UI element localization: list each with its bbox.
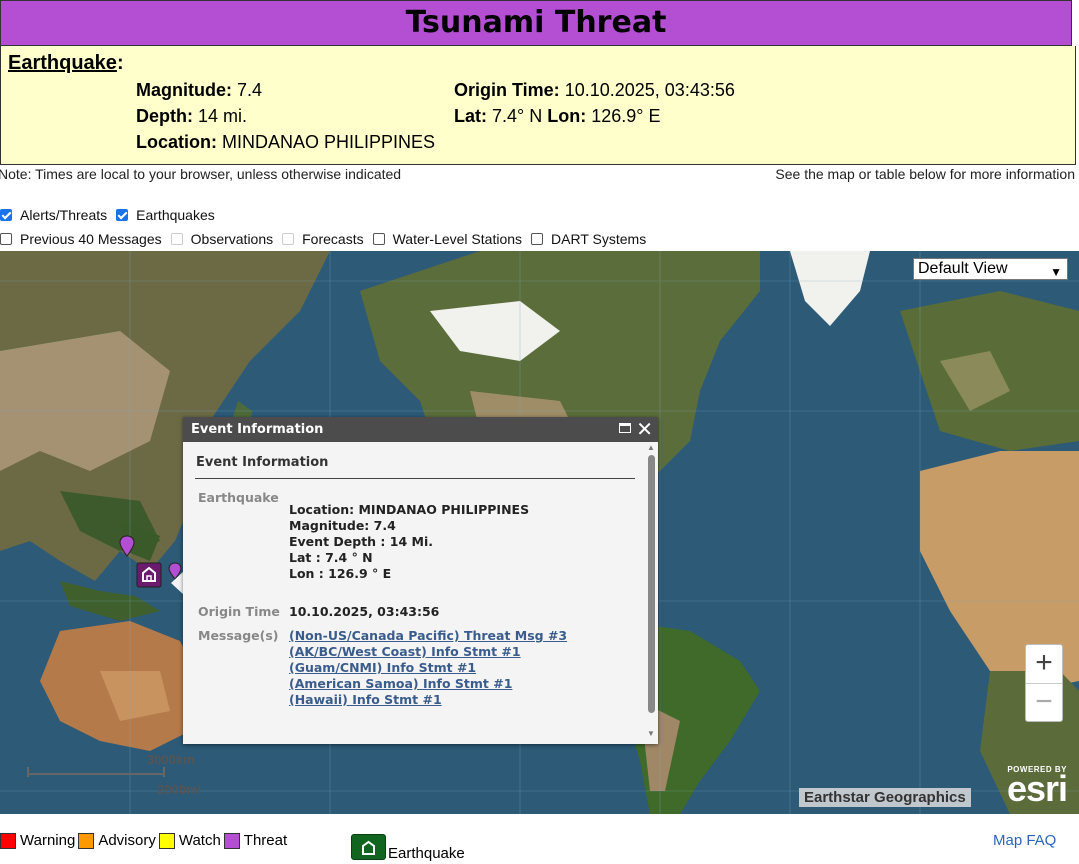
zoom-control: + −	[1025, 644, 1063, 722]
zoom-in-button[interactable]: +	[1026, 645, 1062, 684]
location: Location: MINDANAO PHILIPPINES	[136, 132, 436, 152]
layer-toggles-row-1: Alerts/Threats Earthquakes	[0, 207, 224, 223]
message-link[interactable]: (AK/BC/West Coast) Info Stmt #1	[289, 644, 567, 660]
message-link[interactable]: (American Samoa) Info Stmt #1	[289, 676, 567, 692]
earthquake-heading: Earthquake:	[8, 52, 124, 74]
depth: Depth: 14 mi.	[136, 106, 248, 126]
map-note: See the map or table below for more info…	[775, 166, 1075, 182]
message-link[interactable]: (Non-US/Canada Pacific) Threat Msg #3	[289, 628, 567, 644]
earthquake-details: Location: MINDANAO PHILIPPINES Magnitude…	[289, 502, 530, 581]
origin-time-value: 10.10.2025, 03:43:56	[289, 604, 440, 619]
view-select[interactable]: Default View ▼	[913, 258, 1068, 280]
time-note: Note: Times are local to your browser, u…	[0, 166, 402, 182]
earthquake-summary: Earthquake: Magnitude: 7.4 Depth: 14 mi.…	[0, 46, 1076, 165]
scale-mi-label: 2000mi	[157, 782, 202, 797]
zoom-out-button[interactable]: −	[1026, 684, 1062, 722]
earthquake-epicenter-icon[interactable]	[136, 562, 162, 588]
previous-messages-checkbox[interactable]: Previous 40 Messages	[0, 231, 162, 247]
legend-warning: Warning	[0, 832, 75, 849]
messages-label: Message(s)	[198, 628, 279, 643]
legend-earthquake-label: Earthquake	[388, 845, 465, 862]
earthquakes-checkbox[interactable]: Earthquakes	[116, 207, 215, 223]
legend-watch: Watch	[158, 832, 221, 849]
map-faq-link[interactable]: Map FAQ	[993, 832, 1056, 849]
popup-title: Event Information	[196, 455, 329, 470]
map-attribution: Earthstar Geographics	[799, 788, 971, 807]
alerts-threats-checkbox[interactable]: Alerts/Threats	[0, 207, 107, 223]
water-level-checkbox[interactable]: Water-Level Stations	[372, 231, 522, 247]
legend: Warning Advisory Watch Threat	[0, 832, 290, 849]
earthquake-pin-icon[interactable]	[119, 535, 135, 557]
observations-checkbox[interactable]: Observations	[170, 231, 273, 247]
world-map[interactable]: Default View ▼ + − 3000km 2000mi Earthsta…	[0, 251, 1079, 814]
maximize-icon[interactable]	[619, 423, 631, 433]
earthquake-label: Earthquake	[198, 490, 279, 505]
legend-earthquake-icon	[351, 834, 386, 860]
page-title: Tsunami Threat	[0, 0, 1072, 46]
legend-threat: Threat	[223, 832, 287, 849]
scale-km-label: 3000km	[147, 752, 195, 767]
forecasts-checkbox[interactable]: Forecasts	[282, 231, 364, 247]
legend-advisory: Advisory	[78, 832, 156, 849]
popup-scrollbar[interactable]: ▲ ▼	[647, 443, 656, 738]
esri-logo[interactable]: POWERED BY esri	[1007, 765, 1068, 807]
event-info-popup: Event Information ✕ Event Information Ea…	[183, 417, 658, 744]
popup-header: Event Information ✕	[183, 417, 658, 442]
lat-lon: Lat: 7.4° N Lon: 126.9° E	[454, 106, 661, 126]
scroll-up-icon[interactable]: ▲	[647, 443, 655, 452]
origin-time: Origin Time: 10.10.2025, 03:43:56	[454, 80, 735, 100]
message-link[interactable]: (Hawaii) Info Stmt #1	[289, 692, 567, 708]
message-link[interactable]: (Guam/CNMI) Info Stmt #1	[289, 660, 567, 676]
layer-toggles-row-2: Previous 40 Messages Observations Foreca…	[0, 231, 655, 247]
chevron-down-icon: ▼	[1050, 265, 1062, 279]
dart-checkbox[interactable]: DART Systems	[531, 231, 646, 247]
message-links: (Non-US/Canada Pacific) Threat Msg #3 (A…	[289, 628, 567, 708]
origin-time-label: Origin Time	[198, 604, 280, 619]
close-icon[interactable]: ✕	[636, 417, 653, 442]
magnitude: Magnitude: 7.4	[136, 80, 263, 100]
scroll-down-icon[interactable]: ▼	[647, 729, 655, 738]
